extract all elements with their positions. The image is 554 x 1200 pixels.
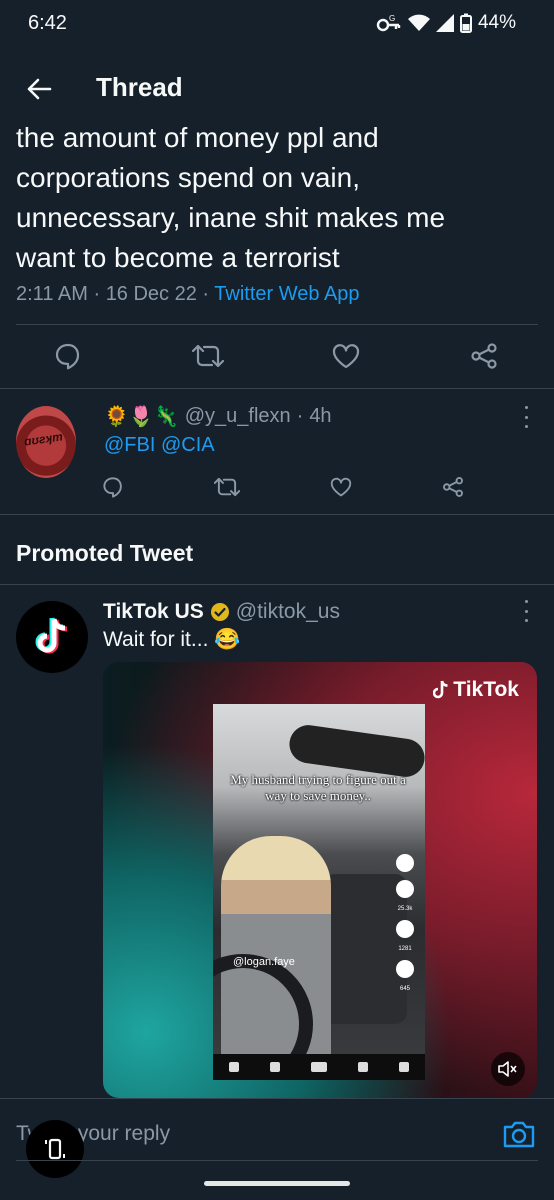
reply-handle[interactable]: @y_u_flexn [185,405,291,428]
share-icon [471,343,497,369]
wifi-icon [407,14,430,31]
tiktok-profile-icon [396,854,414,872]
retweet-icon [214,477,240,497]
promoted-more-button[interactable] [518,600,534,622]
share-arrow-icon [396,960,414,978]
video-username: @logan.faye [233,956,295,968]
promoted-section-title: Promoted Tweet [16,540,194,566]
promoted-text: Wait for it... 😂 [103,628,241,651]
video-navbar [213,1054,425,1080]
retweet-button[interactable] [190,338,226,374]
reply-emoji-name: 🌻🌷🦎 [104,406,179,428]
profile-icon [399,1062,410,1072]
comment-icon [103,477,122,498]
heart-icon [330,477,352,497]
divider [16,324,538,325]
inbox-icon [358,1062,369,1072]
reply-input-underline [16,1160,538,1161]
reply-share-button[interactable] [438,472,468,502]
share-icon [443,477,463,497]
comment-bubble-icon [396,920,414,938]
reply-text[interactable]: @FBI @CIA [104,434,215,457]
rotate-icon [45,1138,65,1160]
tweet-meta: 2:11 AM · 16 Dec 22 · Twitter Web App [16,283,360,305]
verified-badge-icon [210,603,229,621]
tiktok-logo-icon [35,617,68,654]
reply-more-button[interactable] [518,406,534,428]
back-button[interactable] [22,72,56,106]
tweet-line: want to become a terrorist [16,242,340,273]
reply-avatar[interactable]: ɑʊƨʞm [16,406,76,478]
tweet-time: 2:11 AM [16,283,88,305]
battery-icon [459,13,472,33]
reply-age: 4h [309,405,332,427]
video-side-actions: 25.3k 1281 645 [393,854,417,992]
page-title: Thread [96,72,183,102]
promoted-video[interactable]: TikTok My husband trying to figure out a… [103,662,537,1098]
rearview-mirror [287,722,425,780]
tiktok-brand: TikTok [453,678,519,701]
reply-like-button[interactable] [326,472,356,502]
tweet-actions [0,338,554,378]
reply-retweet-button[interactable] [212,472,242,502]
reply-button[interactable] [50,338,86,374]
mute-button[interactable] [491,1052,525,1086]
like-count: 25.3k [397,906,413,912]
divider [0,388,554,389]
rotate-screen-button[interactable] [26,1120,84,1178]
heart-icon [332,344,360,369]
retweet-icon [192,344,224,368]
camera-button[interactable] [502,1118,536,1150]
like-heart-icon [396,880,414,898]
comment-icon [55,343,80,370]
promoted-name[interactable]: TikTok US [103,600,204,624]
like-button[interactable] [328,338,364,374]
divider [0,514,554,515]
status-time: 6:42 [28,12,67,34]
battery-percent: 44% [477,12,516,33]
search-icon [269,1062,280,1072]
share-count: 645 [399,986,410,992]
tweet-line: the amount of money ppl and [16,122,379,153]
tweet-date: 16 Dec 22 [105,283,197,305]
tiktok-avatar[interactable] [16,601,88,673]
arrow-left-icon [27,78,52,100]
divider [0,584,554,585]
svg-text:G: G [389,14,395,23]
status-icons: G 44% [376,12,516,34]
plus-icon [310,1062,327,1072]
tweet-line: unnecessary, inane shit makes me [16,202,446,233]
comment-count: 1281 [398,946,412,952]
tweet-source-link[interactable]: Twitter Web App [214,283,359,305]
promoted-header: TikTok US @tiktok_us [103,600,340,624]
tiktok-note-icon [433,680,448,699]
promoted-handle[interactable]: @tiktok_us [236,600,340,624]
share-button[interactable] [466,338,502,374]
home-indicator[interactable] [204,1181,350,1186]
tiktok-watermark: TikTok [433,678,519,702]
signal-icon [435,14,454,32]
camera-icon [503,1121,535,1148]
reply-comment-button[interactable] [98,472,128,502]
video-caption: My husband trying to figure out a way to… [230,772,406,803]
vpn-key-icon: G [376,14,401,32]
tweet-text: the amount of money ppl and corporations… [16,118,536,278]
video-frame: My husband trying to figure out a way to… [213,704,425,1080]
reply-header: 🌻🌷🦎 @y_u_flexn · 4h [104,405,332,428]
speaker-muted-icon [498,1061,517,1077]
tweet-line: corporations spend on vain, [16,162,360,193]
home-icon [228,1062,239,1072]
reply-actions [0,472,554,502]
